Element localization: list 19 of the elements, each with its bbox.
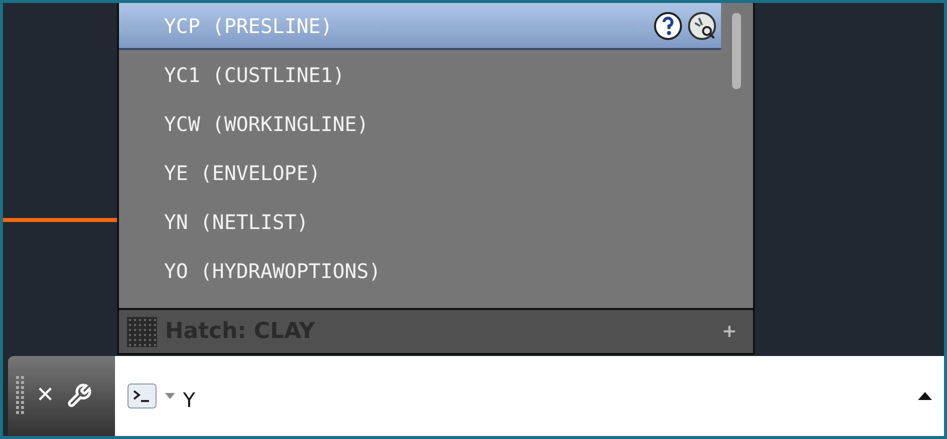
suggestion-item[interactable]: YE (ENVELOPE): [119, 148, 721, 197]
help-icon[interactable]: [653, 10, 683, 40]
search-icon[interactable]: [687, 10, 717, 40]
add-button[interactable]: +: [722, 318, 737, 345]
suggestion-item[interactable]: YN (NETLIST): [119, 197, 721, 246]
up-arrow-icon[interactable]: [918, 392, 932, 400]
suggestion-item[interactable]: YO (HYDRAWOPTIONS): [119, 246, 721, 295]
grip-icon[interactable]: [16, 376, 24, 416]
suggestion-item[interactable]: YC1 (CUSTLINE1): [119, 50, 721, 99]
hatch-pattern-icon: [127, 316, 157, 346]
caret-icon[interactable]: [165, 393, 175, 399]
suggestion-item[interactable]: YCW (WORKINGLINE): [119, 99, 721, 148]
command-input-field[interactable]: Y: [115, 356, 944, 436]
command-text: Y: [183, 387, 196, 414]
scrollbar-thumb[interactable]: [732, 13, 741, 89]
close-button[interactable]: ✕: [36, 385, 54, 407]
wrench-icon[interactable]: [66, 383, 92, 409]
suggestion-item[interactable]: YCP (PRESLINE): [119, 3, 721, 50]
command-prompt-icon[interactable]: [127, 383, 157, 409]
